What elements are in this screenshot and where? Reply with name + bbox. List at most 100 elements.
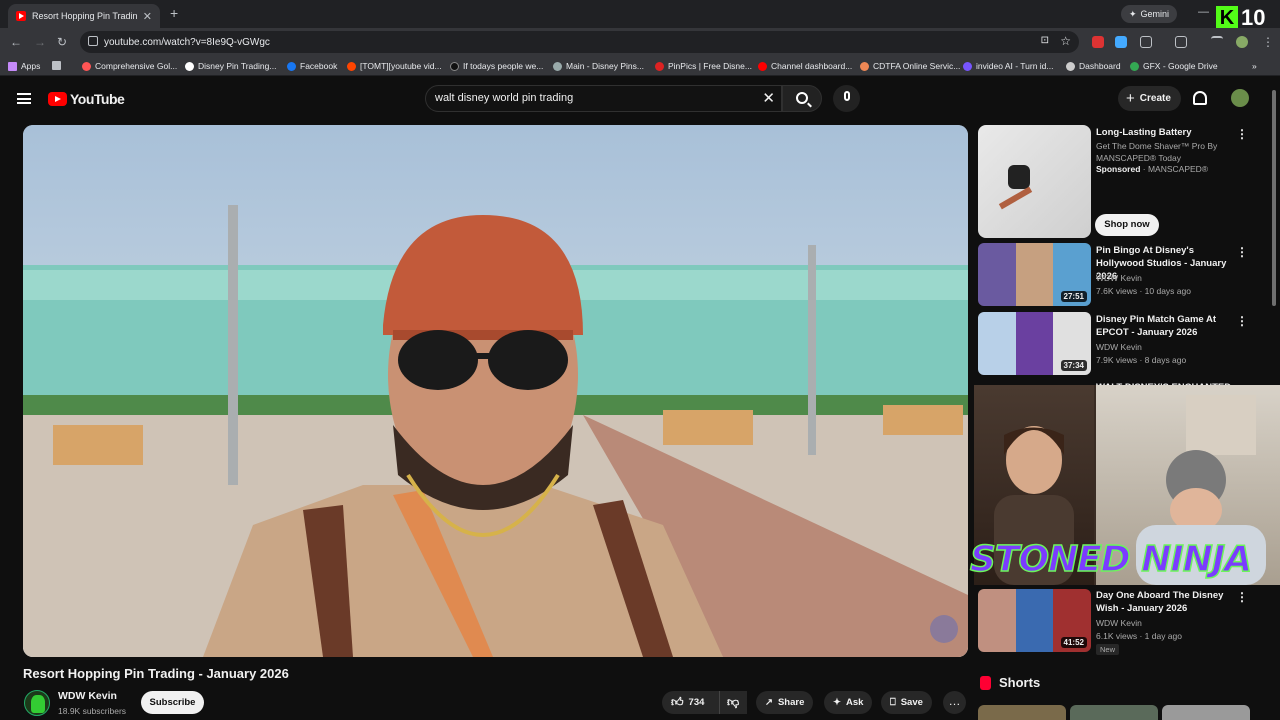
product-image xyxy=(1008,165,1030,189)
mic-icon xyxy=(843,91,850,101)
menu-dots-icon[interactable]: ⋮ xyxy=(1262,35,1274,49)
video-title[interactable]: Day One Aboard The Disney Wish - January… xyxy=(1096,589,1234,615)
browser-tab[interactable]: Resort Hopping Pin Trading - Ja ✕ xyxy=(8,4,160,28)
ad-title[interactable]: Long-Lasting Battery xyxy=(1096,126,1234,139)
ask-button[interactable]: ✦ Ask xyxy=(824,691,873,714)
minimize-icon[interactable]: — xyxy=(1198,6,1209,18)
video-channel[interactable]: WDW Kevin xyxy=(1096,272,1142,284)
bookmark-item[interactable]: Facebook xyxy=(287,61,337,71)
stream-overlay-text: STONED NINJA xyxy=(969,538,1253,581)
bookmark-item[interactable]: PinPics | Free Disne... xyxy=(655,61,752,71)
ad-thumbnail[interactable] xyxy=(978,125,1091,238)
new-tab-button[interactable]: + xyxy=(170,5,178,21)
browser-toolbar: ← → ↻ youtube.com/watch?v=8Ie9Q-vGWgc ☆ … xyxy=(0,28,1280,56)
video-channel[interactable]: WDW Kevin xyxy=(1096,341,1142,353)
search-button[interactable] xyxy=(782,85,822,112)
video-thumbnail[interactable]: 27:51 xyxy=(978,243,1091,306)
forward-icon[interactable]: → xyxy=(34,35,46,49)
bookmarks-bar: Apps Comprehensive Gol... Disney Pin Tra… xyxy=(0,56,1280,76)
media-icon[interactable] xyxy=(1211,36,1223,48)
video-title: Resort Hopping Pin Trading - January 202… xyxy=(23,666,289,681)
channel-watermark-avatar[interactable] xyxy=(930,615,958,643)
subscriber-count: 18.9K subscribers xyxy=(58,706,127,716)
bookmark-item[interactable]: Channel dashboard... xyxy=(758,61,852,71)
video-menu-icon[interactable]: ⋮ xyxy=(1236,590,1248,604)
tab-title: Resort Hopping Pin Trading - Ja xyxy=(32,11,137,21)
more-actions-button[interactable]: … xyxy=(943,691,966,714)
ad-line1: Get The Dome Shaver™ Pro By xyxy=(1096,141,1218,151)
clear-search-icon[interactable]: ✕ xyxy=(762,86,775,111)
video-frame xyxy=(23,125,968,657)
youtube-favicon-icon xyxy=(16,11,26,21)
ad-menu-icon[interactable]: ⋮ xyxy=(1236,127,1248,141)
notifications-bell-icon[interactable] xyxy=(1193,91,1207,105)
video-meta: 7.6K views · 10 days ago xyxy=(1096,286,1191,296)
apps-grid-icon xyxy=(8,61,17,71)
bookmark-item[interactable]: [TOMT][youtube vid... xyxy=(347,61,442,71)
extensions-puzzle-icon[interactable] xyxy=(1140,36,1152,48)
video-meta: 6.1K views · 1 day ago xyxy=(1096,631,1182,641)
sponsored-label: Sponsored · MANSCAPED® xyxy=(1096,164,1209,174)
more-bookmarks-icon[interactable]: » xyxy=(1252,61,1257,71)
video-meta: 7.9K views · 8 days ago xyxy=(1096,355,1187,365)
menu-icon[interactable] xyxy=(17,93,31,104)
channel-name[interactable]: WDW Kevin xyxy=(58,690,117,702)
create-button[interactable]: + Create xyxy=(1118,86,1181,111)
youtube-play-icon xyxy=(48,92,67,106)
install-app-icon[interactable]: ⊡ xyxy=(1041,35,1049,46)
youtube-header: YouTube walt disney world pin trading ✕ … xyxy=(0,76,1280,122)
share-button[interactable]: ↗ Share xyxy=(756,691,814,714)
extension-icon[interactable] xyxy=(1092,36,1104,48)
plus-icon: + xyxy=(1126,90,1135,107)
site-info-icon[interactable] xyxy=(88,36,98,46)
scrollbar[interactable] xyxy=(1272,90,1276,306)
video-menu-icon[interactable]: ⋮ xyxy=(1236,245,1248,259)
sparkle-icon: ✦ xyxy=(1129,8,1137,19)
account-avatar[interactable] xyxy=(1231,89,1249,107)
profile-icon[interactable] xyxy=(1236,36,1248,48)
address-bar[interactable]: youtube.com/watch?v=8Ie9Q-vGWgc ☆ ⊡ xyxy=(80,31,1079,53)
video-channel[interactable]: WDW Kevin xyxy=(1096,617,1142,629)
bookmark-item[interactable]: Dashboard xyxy=(1066,61,1121,71)
sidepanel-icon[interactable] xyxy=(1175,36,1187,48)
subscribe-button[interactable]: Subscribe xyxy=(141,691,204,714)
bookmark-item[interactable]: CDTFA Online Servic... xyxy=(860,61,960,71)
video-player[interactable] xyxy=(23,125,968,657)
gemini-button[interactable]: ✦ Gemini xyxy=(1121,5,1178,23)
extension-icon[interactable] xyxy=(1115,36,1127,48)
short-thumbnail[interactable] xyxy=(1162,705,1250,720)
bookmark-icon: ⎕ xyxy=(890,697,896,708)
bookmark-apps[interactable]: Apps xyxy=(8,61,40,71)
ad-line2: MANSCAPED® Today xyxy=(1096,153,1181,163)
bookmark-item[interactable]: Comprehensive Gol... xyxy=(82,61,177,71)
bookmark-item[interactable]: Disney Pin Trading... xyxy=(185,61,276,71)
video-thumbnail[interactable]: 41:52 xyxy=(978,589,1091,652)
dislike-button[interactable]: 👎︎ xyxy=(719,691,747,714)
video-title[interactable]: Disney Pin Match Game At EPCOT - January… xyxy=(1096,313,1234,339)
tab-grid-icon[interactable] xyxy=(52,61,61,70)
back-icon[interactable]: ← xyxy=(10,35,22,49)
close-tab-icon[interactable]: ✕ xyxy=(143,10,152,23)
bookmark-item[interactable]: Main - Disney Pins... xyxy=(553,61,644,71)
reload-icon[interactable]: ↻ xyxy=(57,35,67,49)
product-handle xyxy=(998,186,1033,210)
bookmark-item[interactable]: GFX - Google Drive xyxy=(1130,61,1218,71)
channel-avatar[interactable] xyxy=(24,690,50,716)
voice-search-button[interactable] xyxy=(833,85,860,112)
save-button[interactable]: ⎕ Save xyxy=(881,691,932,714)
gemini-label: Gemini xyxy=(1140,9,1170,19)
short-thumbnail[interactable] xyxy=(1070,705,1158,720)
bookmark-star-icon[interactable]: ☆ xyxy=(1060,34,1071,48)
search-input[interactable]: walt disney world pin trading ✕ xyxy=(425,85,782,112)
short-thumbnail[interactable] xyxy=(978,705,1066,720)
shorts-section-header: Shorts xyxy=(980,675,1040,690)
url-text: youtube.com/watch?v=8Ie9Q-vGWgc xyxy=(104,36,270,48)
video-menu-icon[interactable]: ⋮ xyxy=(1236,314,1248,328)
bookmark-item[interactable]: invideo AI - Turn id... xyxy=(963,61,1053,71)
youtube-logo[interactable]: YouTube xyxy=(48,91,125,107)
video-thumbnail[interactable]: 37:34 xyxy=(978,312,1091,375)
kick-logo-icon: K xyxy=(1216,6,1238,30)
shop-now-button[interactable]: Shop now xyxy=(1095,214,1159,236)
thumbs-up-icon: 👍︎ xyxy=(671,695,684,709)
bookmark-item[interactable]: If todays people we... xyxy=(450,61,543,71)
